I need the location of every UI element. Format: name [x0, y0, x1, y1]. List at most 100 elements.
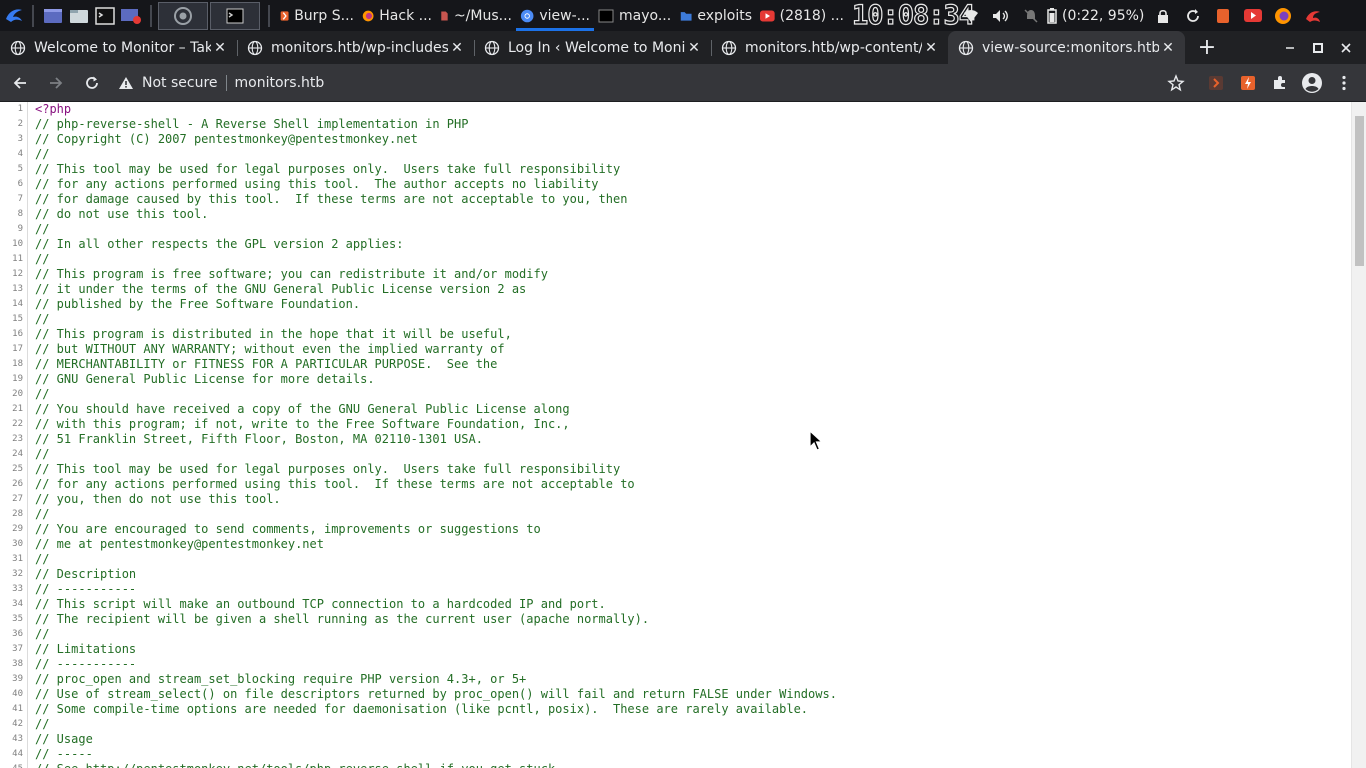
maximize-icon	[1313, 42, 1323, 53]
source-code: //	[35, 312, 50, 326]
source-line: 4 //	[0, 147, 1351, 162]
close-tab-icon[interactable]: ✕	[1159, 39, 1177, 57]
tab-view-source[interactable]: view-source:monitors.htb/ ✕	[948, 31, 1185, 64]
line-number: 5	[0, 162, 28, 177]
close-tab-icon[interactable]: ✕	[685, 39, 703, 57]
taskbar-task-exploits[interactable]: exploits	[676, 0, 756, 31]
file-icon	[441, 11, 448, 20]
file-manager-icon[interactable]	[66, 4, 92, 28]
tray-youtube-icon[interactable]	[1238, 0, 1268, 31]
line-number: 21	[0, 402, 28, 417]
extension-foxyproxy-button[interactable]	[1232, 67, 1264, 99]
source-code: //	[35, 252, 50, 266]
battery-indicator[interactable]: (0:22, 95%)	[1046, 0, 1148, 31]
extensions-menu-button[interactable]	[1264, 67, 1296, 99]
source-code: // for any actions performed using this …	[35, 177, 599, 191]
task-label: view-...	[539, 7, 590, 24]
new-tab-button[interactable]: +	[1189, 31, 1225, 64]
tray-kali-icon[interactable]	[1298, 0, 1328, 31]
source-line: 10 // In all other respects the GPL versi…	[0, 237, 1351, 252]
screen-recorder-icon[interactable]	[118, 4, 144, 28]
plus-icon: +	[1197, 35, 1217, 60]
taskbar-clock[interactable]: 10:08:34	[851, 0, 975, 32]
source-line: 28 //	[0, 507, 1351, 522]
source-line: 3 // Copyright (C) 2007 pentestmonkey@pen…	[0, 132, 1351, 147]
show-desktop-icon[interactable]	[40, 4, 66, 28]
source-line: 13 // it under the terms of the GNU Gener…	[0, 282, 1351, 297]
kali-menu-icon[interactable]	[2, 4, 26, 28]
tab-welcome-to-monitor[interactable]: Welcome to Monitor – Taking ✕	[0, 31, 237, 64]
browser-menu-button[interactable]	[1328, 67, 1360, 99]
source-code: // but WITHOUT ANY WARRANTY; without eve…	[35, 342, 505, 356]
taskbar-separator	[150, 4, 152, 27]
notifications-muted-icon[interactable]	[1016, 0, 1046, 31]
reload-button[interactable]	[76, 67, 108, 99]
taskbar-chrome-window[interactable]	[158, 1, 208, 30]
maximize-window-button[interactable]	[1304, 34, 1332, 62]
taskbar-task-files[interactable]: ~/Mus...	[436, 0, 516, 31]
taskbar-task-terminal[interactable]: mayo...	[594, 0, 676, 31]
taskbar-task-firefox[interactable]: Hack ...	[358, 0, 436, 31]
taskbar-terminal-window[interactable]	[210, 1, 260, 30]
refresh-icon[interactable]	[1178, 0, 1208, 31]
url-text[interactable]: monitors.htb	[235, 75, 325, 91]
tab-title: monitors.htb/wp-includes/	[271, 39, 448, 56]
star-icon	[1167, 73, 1185, 91]
line-number: 2	[0, 117, 28, 132]
tab-wp-includes[interactable]: monitors.htb/wp-includes/ ✕	[237, 31, 474, 64]
tray-burp-icon[interactable]	[1208, 0, 1238, 31]
burp-icon	[280, 10, 289, 21]
lock-screen-icon[interactable]	[1148, 0, 1178, 31]
close-tab-icon[interactable]: ✕	[922, 39, 940, 57]
scrollbar-thumb[interactable]	[1355, 116, 1364, 266]
task-label: mayo...	[619, 7, 672, 24]
source-line: 41 // Some compile-time options are neede…	[0, 702, 1351, 717]
volume-icon[interactable]	[986, 0, 1016, 31]
source-code: // See http://pentestmonkey.net/tools/ph…	[35, 762, 562, 768]
firefox-icon	[362, 10, 374, 21]
address-bar[interactable]: Not secure monitors.htb	[118, 68, 1160, 98]
extension-burp-button[interactable]	[1200, 67, 1232, 99]
terminal-launcher-icon[interactable]	[92, 4, 118, 28]
task-label: ~/Mus...	[453, 7, 512, 24]
close-tab-icon[interactable]: ✕	[211, 39, 229, 57]
source-code: // published by the Free Software Founda…	[35, 297, 361, 311]
tab-log-in[interactable]: Log In ‹ Welcome to Monitor ✕	[474, 31, 711, 64]
view-source-content[interactable]: 1 <?php 2 // php-reverse-shell - A Reverse …	[0, 102, 1351, 768]
wifi-icon[interactable]	[956, 0, 986, 31]
bookmark-star-button[interactable]	[1160, 67, 1192, 99]
tab-title: monitors.htb/wp-content/	[745, 39, 922, 56]
source-code: // you, then do not use this tool.	[35, 492, 281, 506]
source-line: 37 // Limitations	[0, 642, 1351, 657]
line-number: 29	[0, 522, 28, 537]
forward-button[interactable]	[40, 67, 72, 99]
task-label: Burp S...	[294, 7, 354, 24]
address-divider	[225, 74, 227, 91]
source-code: // In all other respects the GPL version…	[35, 237, 404, 251]
source-line: 6 // for any actions performed using this…	[0, 177, 1351, 192]
source-code: // 51 Franklin Street, Fifth Floor, Bost…	[35, 432, 483, 446]
source-code: // Description	[35, 567, 137, 581]
source-code: <?php	[35, 102, 72, 116]
line-number: 28	[0, 507, 28, 522]
task-label: exploits	[697, 7, 752, 24]
source-line: 35 // The recipient will be given a shell…	[0, 612, 1351, 627]
line-number: 30	[0, 537, 28, 552]
close-tab-icon[interactable]: ✕	[448, 39, 466, 57]
close-window-button[interactable]	[1332, 34, 1360, 62]
taskbar-task-burp[interactable]: Burp S...	[276, 0, 358, 31]
minimize-window-button[interactable]	[1276, 34, 1304, 62]
line-number: 26	[0, 477, 28, 492]
taskbar-task-chrome[interactable]: view-...	[516, 0, 594, 31]
minimize-icon	[1286, 46, 1294, 49]
back-button[interactable]	[4, 67, 36, 99]
vertical-scrollbar[interactable]	[1351, 102, 1366, 768]
profile-button[interactable]	[1296, 67, 1328, 99]
task-label: (2818) ...	[779, 7, 844, 24]
source-code: //	[35, 147, 50, 161]
security-indicator[interactable]: Not secure	[118, 75, 226, 91]
tray-firefox-icon[interactable]	[1268, 0, 1298, 31]
taskbar-task-youtube[interactable]: (2818) ...	[756, 0, 848, 31]
tab-wp-content[interactable]: monitors.htb/wp-content/ ✕	[711, 31, 948, 64]
source-code: // GNU General Public License for more d…	[35, 372, 375, 386]
